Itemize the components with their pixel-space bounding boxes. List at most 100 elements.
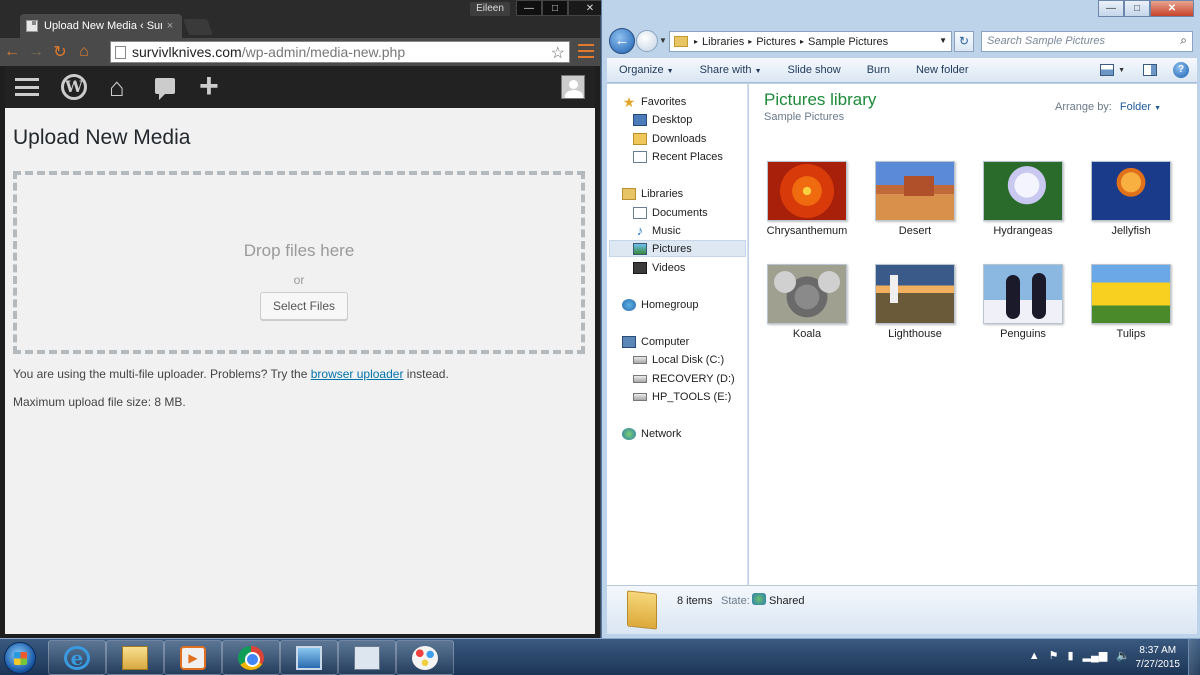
new-tab-button[interactable] bbox=[183, 19, 213, 35]
profile-badge[interactable]: Eileen bbox=[470, 2, 510, 16]
nav-recovery[interactable]: RECOVERY (D:) bbox=[633, 370, 735, 387]
address-dropdown-icon[interactable]: ▼ bbox=[939, 36, 947, 45]
recent-pages-caret-icon[interactable]: ▼ bbox=[659, 36, 667, 45]
breadcrumb-sample-pictures[interactable]: Sample Pictures bbox=[808, 36, 888, 48]
burn-button[interactable]: Burn bbox=[867, 64, 890, 76]
bookmark-star-icon[interactable]: ☆ bbox=[551, 43, 565, 63]
chevron-down-icon: ▼ bbox=[666, 68, 674, 75]
file-item-jellyfish[interactable]: Jellyfish bbox=[1081, 161, 1181, 237]
address-bar[interactable]: survivlknives.com/wp-admin/media-new.php… bbox=[110, 41, 570, 63]
reload-button[interactable]: ↻ bbox=[48, 40, 72, 64]
taskbar-internet-explorer[interactable]: e bbox=[48, 640, 106, 675]
file-item-desert[interactable]: Desert bbox=[865, 161, 965, 237]
drop-zone[interactable]: Drop files here or Select Files bbox=[13, 171, 585, 354]
show-hidden-icons-icon[interactable]: ▲ bbox=[1029, 650, 1040, 662]
slide-show-button[interactable]: Slide show bbox=[788, 64, 841, 76]
action-center-flag-icon[interactable]: ⚑ bbox=[1049, 649, 1059, 662]
change-view-icon[interactable] bbox=[1100, 64, 1115, 76]
menu-toggle-icon[interactable] bbox=[15, 78, 39, 96]
forward-button[interactable]: → bbox=[24, 40, 48, 64]
search-icon[interactable]: ⌕ bbox=[1180, 33, 1187, 48]
nav-music[interactable]: ♪ Music bbox=[633, 222, 681, 239]
refresh-button[interactable]: ↻ bbox=[954, 31, 974, 52]
nav-label: Computer bbox=[641, 335, 690, 348]
show-desktop-button[interactable] bbox=[1188, 639, 1200, 675]
file-item-tulips[interactable]: Tulips bbox=[1081, 264, 1181, 340]
wordpress-logo-icon[interactable]: W bbox=[61, 74, 87, 100]
taskbar-chrome[interactable] bbox=[222, 640, 280, 675]
paint-icon bbox=[412, 645, 438, 670]
start-button[interactable] bbox=[4, 642, 36, 674]
nav-downloads[interactable]: Downloads bbox=[633, 130, 706, 147]
browser-uploader-link[interactable]: browser uploader bbox=[311, 367, 404, 381]
close-button[interactable]: ✕ bbox=[1150, 0, 1194, 17]
taskbar-remote-desktop[interactable] bbox=[280, 640, 338, 675]
avatar[interactable] bbox=[561, 75, 585, 99]
nav-libraries[interactable]: Libraries bbox=[622, 185, 683, 202]
file-item-chrysanthemum[interactable]: Chrysanthemum bbox=[757, 161, 857, 237]
maximize-button[interactable]: □ bbox=[542, 0, 568, 16]
taskbar-paint[interactable] bbox=[396, 640, 454, 675]
search-input[interactable]: Search Sample Pictures ⌕ bbox=[981, 31, 1193, 52]
new-folder-button[interactable]: New folder bbox=[916, 64, 969, 76]
nav-favorites[interactable]: ★ Favorites bbox=[622, 93, 687, 110]
crumb-separator-icon[interactable]: ▸ bbox=[748, 37, 752, 46]
nav-hp-tools[interactable]: HP_TOOLS (E:) bbox=[633, 388, 731, 405]
explorer-address-bar[interactable]: ▸ Libraries ▸ Pictures ▸ Sample Pictures… bbox=[669, 31, 952, 52]
home-button[interactable]: ⌂ bbox=[72, 40, 96, 64]
back-button[interactable]: ← bbox=[0, 40, 24, 64]
taskbar-calculator[interactable] bbox=[338, 640, 396, 675]
nav-pictures[interactable]: Pictures bbox=[609, 240, 746, 257]
nav-computer[interactable]: Computer bbox=[622, 333, 689, 350]
site-home-icon[interactable]: ⌂ bbox=[109, 74, 125, 100]
chrome-titlebar: Upload New Media ‹ Surv × Eileen — □ ✕ bbox=[0, 0, 612, 38]
back-button[interactable]: ← bbox=[609, 28, 635, 54]
comments-icon[interactable] bbox=[155, 78, 175, 100]
drop-files-text: Drop files here bbox=[243, 241, 355, 260]
arrange-by-dropdown[interactable]: Folder bbox=[1120, 101, 1151, 113]
chevron-down-icon[interactable]: ▼ bbox=[1154, 105, 1161, 112]
share-with-menu[interactable]: Share with ▼ bbox=[700, 64, 762, 76]
taskbar-media-player[interactable]: ▶ bbox=[164, 640, 222, 675]
note-text-before: You are using the multi-file uploader. P… bbox=[13, 367, 311, 381]
recent-places-icon bbox=[633, 150, 647, 163]
maximize-button[interactable]: □ bbox=[1124, 0, 1150, 17]
file-item-lighthouse[interactable]: Lighthouse bbox=[865, 264, 965, 340]
minimize-button[interactable]: — bbox=[516, 0, 542, 16]
minimize-button[interactable]: — bbox=[1098, 0, 1124, 17]
forward-button[interactable] bbox=[636, 30, 658, 52]
chrome-tab[interactable]: Upload New Media ‹ Surv × bbox=[20, 14, 182, 38]
breadcrumb-pictures[interactable]: Pictures bbox=[756, 36, 796, 48]
nav-videos[interactable]: Videos bbox=[633, 259, 685, 276]
network-signal-icon[interactable]: ▂▄▆ bbox=[1083, 649, 1108, 662]
libraries-icon bbox=[622, 187, 636, 200]
tab-close-icon[interactable]: × bbox=[164, 20, 176, 32]
help-icon[interactable]: ? bbox=[1173, 62, 1189, 78]
battery-icon[interactable]: ▮ bbox=[1068, 649, 1074, 662]
nav-desktop[interactable]: Desktop bbox=[633, 111, 692, 128]
image-thumbnail bbox=[767, 264, 847, 324]
select-files-button[interactable]: Select Files bbox=[260, 292, 348, 320]
chevron-down-icon[interactable]: ▼ bbox=[1118, 67, 1125, 74]
drive-icon bbox=[633, 374, 647, 383]
nav-documents[interactable]: Documents bbox=[633, 204, 708, 221]
nav-local-disk[interactable]: Local Disk (C:) bbox=[633, 351, 724, 368]
file-item-penguins[interactable]: Penguins bbox=[973, 264, 1073, 340]
add-new-icon[interactable]: + bbox=[199, 69, 219, 103]
volume-icon[interactable]: 🔈 bbox=[1116, 649, 1130, 662]
nav-recent-places[interactable]: Recent Places bbox=[633, 148, 723, 165]
chevron-down-icon: ▼ bbox=[754, 68, 762, 75]
preview-pane-icon[interactable] bbox=[1143, 64, 1157, 76]
organize-menu[interactable]: Organize ▼ bbox=[619, 64, 674, 76]
nav-homegroup[interactable]: Homegroup bbox=[622, 296, 698, 313]
breadcrumb-libraries[interactable]: Libraries bbox=[702, 36, 744, 48]
nav-network[interactable]: Network bbox=[622, 425, 681, 442]
crumb-separator-icon[interactable]: ▸ bbox=[800, 37, 804, 46]
file-item-koala[interactable]: Koala bbox=[757, 264, 857, 340]
nav-label: Local Disk (C:) bbox=[652, 353, 725, 366]
chrome-menu-icon[interactable] bbox=[578, 42, 594, 60]
crumb-separator-icon[interactable]: ▸ bbox=[694, 37, 698, 46]
taskbar-file-explorer[interactable] bbox=[106, 640, 164, 675]
file-item-hydrangeas[interactable]: Hydrangeas bbox=[973, 161, 1073, 237]
clock[interactable]: 8:37 AM 7/27/2015 bbox=[1136, 644, 1181, 672]
